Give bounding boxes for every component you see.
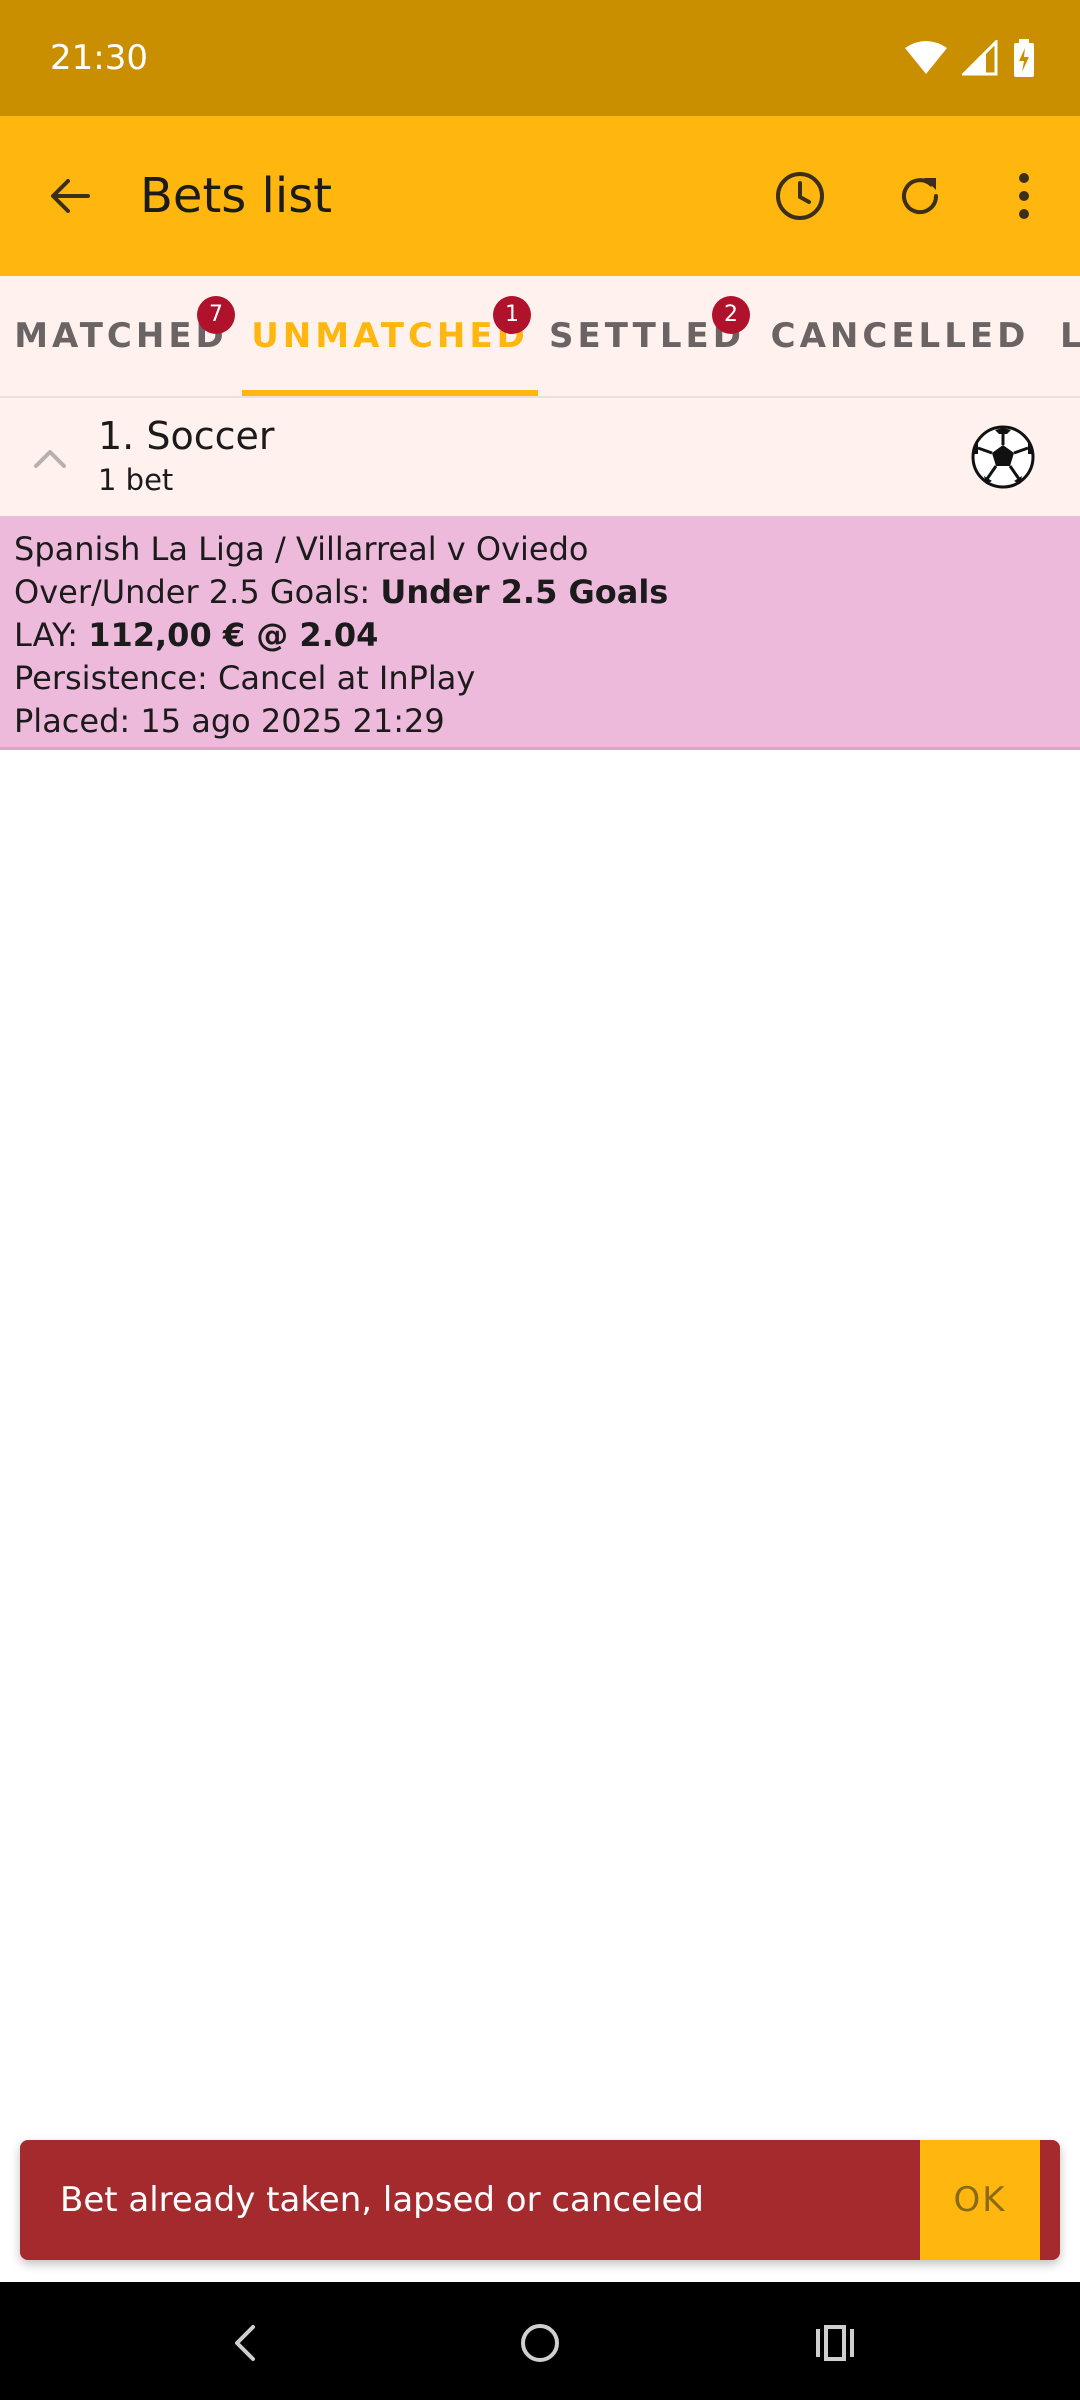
unmatched-count-badge: 1 bbox=[493, 296, 531, 334]
stake-odds: 112,00 € @ 2.04 bbox=[88, 616, 379, 654]
nav-back-button[interactable] bbox=[210, 2308, 280, 2378]
nav-back-icon bbox=[235, 2325, 255, 2361]
bet-card[interactable]: Spanish La Liga / Villarreal v Oviedo Ov… bbox=[0, 516, 1080, 750]
bet-stake: LAY: 112,00 € @ 2.04 bbox=[14, 614, 1066, 657]
more-options-button[interactable] bbox=[984, 156, 1064, 236]
system-nav-bar bbox=[0, 2282, 1080, 2400]
arrow-back-icon bbox=[51, 179, 90, 213]
bet-selection: Under 2.5 Goals bbox=[380, 573, 669, 611]
sport-group-header[interactable]: 1. Soccer 1 bet bbox=[0, 398, 1080, 516]
settled-count-badge: 2 bbox=[712, 296, 750, 334]
snackbar-ok-button[interactable]: OK bbox=[920, 2140, 1040, 2260]
bet-placed-date: Placed: 15 ago 2025 21:29 bbox=[14, 702, 445, 740]
refresh-button[interactable] bbox=[880, 156, 960, 236]
collapse-button[interactable] bbox=[18, 426, 82, 490]
cell-signal-icon bbox=[962, 40, 998, 76]
battery-charging-icon bbox=[1014, 39, 1034, 77]
status-bar: 21:30 bbox=[0, 0, 1080, 116]
back-button[interactable] bbox=[30, 156, 110, 236]
tab-unmatched[interactable]: UNMATCHED bbox=[242, 276, 538, 396]
refresh-icon bbox=[902, 178, 939, 215]
bet-market: Over/Under 2.5 Goals: Under 2.5 Goals bbox=[14, 571, 1066, 614]
tab-lapsed-partial[interactable]: L bbox=[1060, 276, 1080, 396]
history-button[interactable] bbox=[760, 156, 840, 236]
app-bar: Bets list bbox=[0, 116, 1080, 276]
more-vert-icon bbox=[1019, 173, 1029, 219]
group-bet-count: 1 bet bbox=[98, 463, 174, 497]
group-title: 1. Soccer bbox=[98, 414, 275, 458]
status-time: 21:30 bbox=[50, 38, 148, 78]
error-snackbar: Bet already taken, lapsed or canceled OK bbox=[20, 2140, 1060, 2260]
market-label: Over/Under 2.5 Goals: bbox=[14, 573, 381, 611]
page-title: Bets list bbox=[140, 168, 333, 224]
status-icons bbox=[904, 36, 1036, 80]
snackbar-message: Bet already taken, lapsed or canceled bbox=[60, 2180, 704, 2220]
tab-cancelled[interactable]: CANCELLED bbox=[756, 276, 1044, 396]
nav-home-icon bbox=[521, 2324, 559, 2362]
matched-count-badge: 7 bbox=[197, 296, 235, 334]
tab-label: CANCELLED bbox=[770, 316, 1030, 356]
tab-matched[interactable]: MATCHED bbox=[0, 276, 242, 396]
history-clock-icon bbox=[776, 172, 824, 220]
active-tab-indicator bbox=[242, 390, 538, 396]
nav-home-button[interactable] bbox=[505, 2308, 575, 2378]
tab-settled[interactable]: SETTLED bbox=[538, 276, 756, 396]
wifi-icon bbox=[905, 41, 947, 74]
bet-status-tabs: MATCHED 7 UNMATCHED 1 SETTLED 2 CANCELLE… bbox=[0, 276, 1080, 398]
nav-recents-button[interactable] bbox=[800, 2308, 870, 2378]
tab-label: UNMATCHED bbox=[251, 316, 529, 356]
chevron-up-icon bbox=[34, 450, 66, 468]
bet-event: Spanish La Liga / Villarreal v Oviedo bbox=[14, 530, 589, 568]
side-label: LAY: bbox=[14, 616, 89, 654]
soccer-ball-icon bbox=[971, 425, 1035, 489]
tab-label: L bbox=[1060, 316, 1080, 356]
nav-recents-icon bbox=[816, 2325, 854, 2361]
tab-label: MATCHED bbox=[14, 316, 228, 356]
bet-persistence: Persistence: Cancel at InPlay bbox=[14, 659, 476, 697]
